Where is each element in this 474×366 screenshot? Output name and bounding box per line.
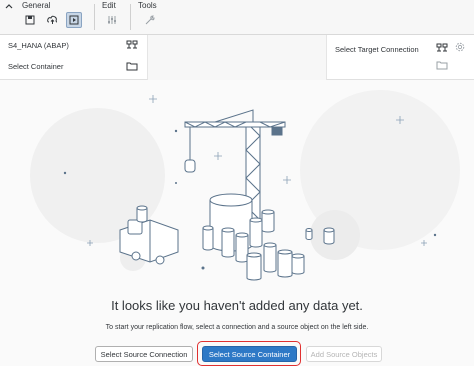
edit-settings-icon bbox=[108, 16, 116, 24]
data-construction-illustration bbox=[63, 95, 437, 281]
toolbar-group-label-edit: Edit bbox=[102, 1, 116, 10]
toolbar: General Edit Tools bbox=[0, 0, 474, 35]
empty-state-message: To start your replication flow, select a… bbox=[105, 324, 369, 331]
source-connection-name[interactable]: S4_HANA (ABAP) bbox=[8, 41, 69, 50]
target-panel: Select Target Connection bbox=[326, 35, 474, 80]
connection-icon[interactable] bbox=[436, 43, 448, 53]
folder-icon[interactable] bbox=[126, 61, 138, 71]
select-target-connection-label[interactable]: Select Target Connection bbox=[335, 45, 419, 54]
connection-icon[interactable] bbox=[126, 40, 138, 50]
toolbar-separator bbox=[94, 4, 95, 30]
gear-icon[interactable] bbox=[454, 42, 466, 52]
run-icon bbox=[69, 15, 79, 25]
edit-settings-button[interactable] bbox=[104, 12, 120, 28]
empty-state-headline: It looks like you haven't added any data… bbox=[111, 298, 363, 313]
tools-button[interactable] bbox=[142, 12, 158, 28]
chevron-up-icon[interactable] bbox=[5, 3, 13, 9]
deploy-button[interactable] bbox=[44, 12, 60, 28]
select-container-label[interactable]: Select Container bbox=[8, 62, 63, 71]
save-button[interactable] bbox=[22, 12, 38, 28]
save-icon bbox=[25, 15, 35, 25]
toolbar-group-label-general: General bbox=[22, 1, 51, 10]
source-panel: S4_HANA (ABAP) Select Container bbox=[0, 35, 148, 80]
add-source-objects-button[interactable]: Add Source Objects bbox=[306, 346, 382, 362]
toolbar-separator bbox=[130, 4, 131, 30]
run-button[interactable] bbox=[66, 12, 82, 28]
select-source-connection-button[interactable]: Select Source Connection bbox=[95, 346, 193, 362]
toolbar-group-label-tools: Tools bbox=[138, 1, 157, 10]
tools-icon bbox=[145, 15, 155, 25]
folder-icon[interactable] bbox=[436, 60, 448, 70]
deploy-icon bbox=[46, 15, 57, 24]
highlight-box bbox=[197, 341, 301, 366]
